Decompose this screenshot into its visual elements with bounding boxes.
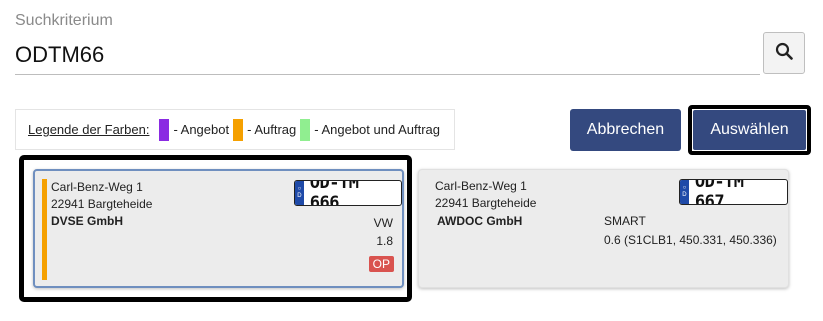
card-make: VW <box>373 216 393 230</box>
select-button-highlight: Auswählen <box>688 105 811 155</box>
legend-item-offer: - Angebot <box>159 118 230 141</box>
legend-title: Legende der Farben: <box>28 122 150 137</box>
color-legend: Legende der Farben: - Angebot - Auftrag … <box>15 109 455 150</box>
card-model: 1.8 <box>376 234 393 248</box>
card-company: AWDOC GmbH <box>437 214 523 228</box>
search-button[interactable] <box>763 32 805 74</box>
cancel-button[interactable]: Abbrechen <box>570 109 681 151</box>
legend-label-order: - Auftrag <box>247 122 297 137</box>
card-street: Carl-Benz-Weg 1 <box>51 180 143 194</box>
plate-number: OD-TM 667 <box>694 179 744 205</box>
status-color-bar <box>42 179 47 280</box>
search-icon <box>775 42 793 65</box>
card-city: 22941 Bargteheide <box>51 197 153 211</box>
search-input[interactable] <box>15 36 760 75</box>
legend-label-offer-and-order: - Angebot und Auftrag <box>314 122 441 137</box>
vehicle-card[interactable]: Carl-Benz-Weg 1 22941 Bargteheide DVSE G… <box>33 169 404 288</box>
eu-strip-icon: ○ D <box>295 181 304 205</box>
card-street: Carl-Benz-Weg 1 <box>435 179 527 193</box>
legend-label-offer: - Angebot <box>173 122 230 137</box>
legend-item-offer-and-order: - Angebot und Auftrag <box>300 118 441 141</box>
card-model: 0.6 (S1CLB1, 450.331, 450.336) <box>604 233 777 247</box>
license-plate: ○ D OD-TM 667 <box>679 179 788 205</box>
legend-item-order: - Auftrag <box>233 118 297 141</box>
vehicle-card[interactable]: Carl-Benz-Weg 1 22941 Bargteheide AWDOC … <box>418 169 789 288</box>
legend-swatch-offer-and-order <box>300 118 311 141</box>
legend-swatch-order <box>233 118 244 141</box>
card-make: SMART <box>604 214 646 228</box>
search-label: Suchkriterium <box>15 12 113 29</box>
op-badge: OP <box>368 256 394 272</box>
license-plate: ○ D OD-TM 666 <box>294 180 402 206</box>
eu-strip-icon: ○ D <box>680 180 689 204</box>
select-button[interactable]: Auswählen <box>693 110 806 150</box>
legend-swatch-offer <box>159 118 170 141</box>
plate-number: OD-TM 666 <box>309 180 359 206</box>
card-city: 22941 Bargteheide <box>435 196 537 210</box>
card-company: DVSE GmbH <box>51 214 124 228</box>
